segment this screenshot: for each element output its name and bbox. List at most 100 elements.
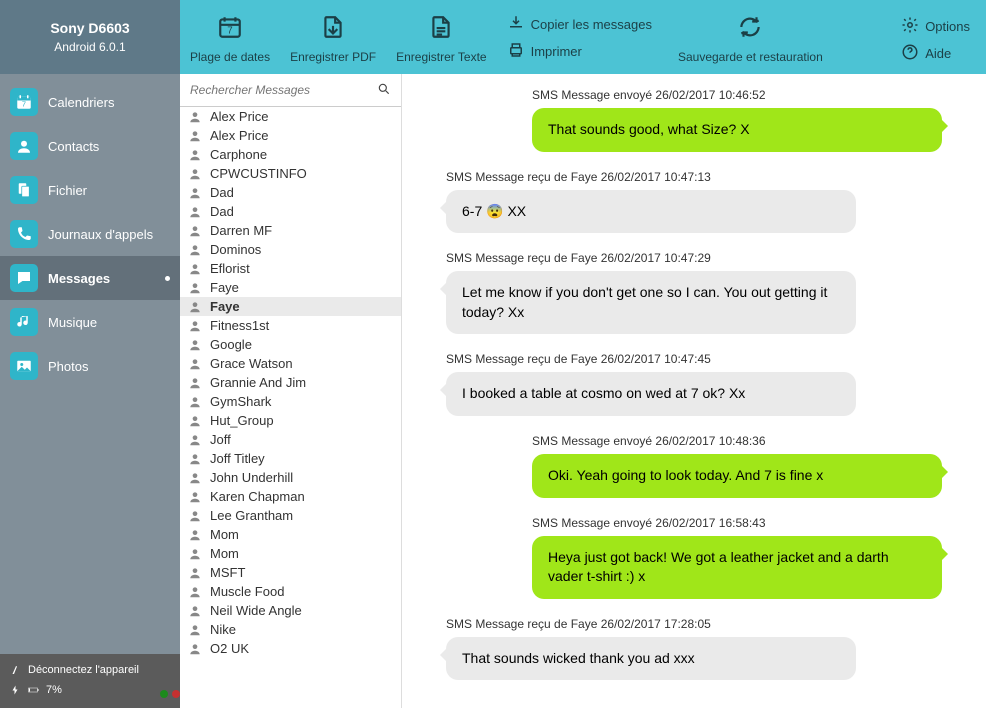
- contact-name: Faye: [210, 299, 240, 314]
- nav-item-contacts[interactable]: Contacts: [0, 124, 180, 168]
- gear-icon: [901, 16, 919, 37]
- svg-text:7: 7: [227, 26, 232, 37]
- message-meta: SMS Message envoyé 26/02/2017 10:46:52: [532, 88, 766, 102]
- nav-item-calendar[interactable]: 7Calendriers: [0, 80, 180, 124]
- message-meta: SMS Message reçu de Faye 26/02/2017 17:2…: [446, 617, 960, 631]
- copy-messages-button[interactable]: Copier les messages: [507, 14, 652, 35]
- printer-icon: [507, 41, 525, 62]
- contact-item[interactable]: Hut_Group: [180, 411, 401, 430]
- backup-button[interactable]: Sauvegarde et restauration: [672, 8, 829, 68]
- person-icon: [188, 452, 202, 466]
- contact-item[interactable]: Eflorist: [180, 259, 401, 278]
- nav-item-label: Calendriers: [48, 95, 170, 110]
- contact-item[interactable]: Nike: [180, 620, 401, 639]
- message-sent: SMS Message envoyé 26/02/2017 10:46:52Th…: [422, 88, 960, 152]
- contact-item[interactable]: Alex Price: [180, 126, 401, 145]
- person-icon: [188, 205, 202, 219]
- person-icon: [188, 224, 202, 238]
- contact-name: Alex Price: [210, 128, 269, 143]
- person-icon: [188, 623, 202, 637]
- contact-item[interactable]: O2 UK: [180, 639, 401, 658]
- refresh-icon: [737, 12, 763, 42]
- person-icon: [188, 300, 202, 314]
- nav-item-message[interactable]: Messages: [0, 256, 180, 300]
- contact-item[interactable]: GymShark: [180, 392, 401, 411]
- contact-item[interactable]: Grace Watson: [180, 354, 401, 373]
- contact-item[interactable]: CPWCUSTINFO: [180, 164, 401, 183]
- help-button[interactable]: Aide: [901, 43, 970, 64]
- text-file-icon: [428, 12, 454, 42]
- contact-item[interactable]: Joff: [180, 430, 401, 449]
- person-icon: [188, 490, 202, 504]
- person-icon: [188, 585, 202, 599]
- message-bubble: I booked a table at cosmo on wed at 7 ok…: [446, 372, 856, 416]
- contact-item[interactable]: Muscle Food: [180, 582, 401, 601]
- person-icon: [188, 414, 202, 428]
- contact-item[interactable]: MSFT: [180, 563, 401, 582]
- message-meta: SMS Message envoyé 26/02/2017 10:48:36: [532, 434, 766, 448]
- contacts-list[interactable]: Alex PriceAlex PriceCarphoneCPWCUSTINFOD…: [180, 107, 401, 708]
- contact-name: Joff: [210, 432, 231, 447]
- disconnect-label: Déconnectez l'appareil: [28, 664, 139, 676]
- nav-item-phone[interactable]: Journaux d'appels: [0, 212, 180, 256]
- options-button[interactable]: Options: [901, 16, 970, 37]
- search-icon[interactable]: [377, 82, 391, 101]
- contact-item[interactable]: Faye: [180, 297, 401, 316]
- backup-label: Sauvegarde et restauration: [678, 50, 823, 64]
- save-pdf-button[interactable]: Enregistrer PDF: [284, 8, 382, 68]
- contact-name: John Underhill: [210, 470, 293, 485]
- contact-item[interactable]: Darren MF: [180, 221, 401, 240]
- contacts-icon: [10, 132, 38, 160]
- person-icon: [188, 566, 202, 580]
- contact-name: Neil Wide Angle: [210, 603, 302, 618]
- contacts-panel: Alex PriceAlex PriceCarphoneCPWCUSTINFOD…: [180, 74, 402, 708]
- contact-name: Fitness1st: [210, 318, 269, 333]
- contact-name: Google: [210, 337, 252, 352]
- person-icon: [188, 129, 202, 143]
- message-bubble: 6-7 😨 XX: [446, 190, 856, 234]
- contact-item[interactable]: Faye: [180, 278, 401, 297]
- person-icon: [188, 642, 202, 656]
- message-received: SMS Message reçu de Faye 26/02/2017 10:4…: [422, 170, 960, 234]
- contact-item[interactable]: Mom: [180, 525, 401, 544]
- message-sent: SMS Message envoyé 26/02/2017 16:58:43He…: [422, 516, 960, 599]
- person-icon: [188, 319, 202, 333]
- status-dots: [160, 690, 180, 698]
- nav-item-photo[interactable]: Photos: [0, 344, 180, 388]
- contact-item[interactable]: Dominos: [180, 240, 401, 259]
- contact-item[interactable]: Alex Price: [180, 107, 401, 126]
- pdf-icon: [320, 12, 346, 42]
- contact-item[interactable]: John Underhill: [180, 468, 401, 487]
- contact-item[interactable]: Carphone: [180, 145, 401, 164]
- disconnect-button[interactable]: Déconnectez l'appareil: [0, 660, 180, 680]
- nav-item-file[interactable]: Fichier: [0, 168, 180, 212]
- device-os: Android 6.0.1: [0, 40, 180, 54]
- print-button[interactable]: Imprimer: [507, 41, 652, 62]
- nav-item-music[interactable]: Musique: [0, 300, 180, 344]
- battery-status: 7%: [0, 680, 180, 700]
- date-range-label: Plage de dates: [190, 50, 270, 64]
- contact-name: GymShark: [210, 394, 271, 409]
- date-range-button[interactable]: 7 Plage de dates: [184, 8, 276, 68]
- device-info: Sony D6603 Android 6.0.1: [0, 0, 180, 74]
- person-icon: [188, 357, 202, 371]
- message-received: SMS Message reçu de Faye 26/02/2017 17:2…: [422, 617, 960, 681]
- contact-item[interactable]: Dad: [180, 202, 401, 221]
- contact-name: Dad: [210, 204, 234, 219]
- contact-name: Dominos: [210, 242, 261, 257]
- contact-item[interactable]: Mom: [180, 544, 401, 563]
- contact-item[interactable]: Joff Titley: [180, 449, 401, 468]
- contact-item[interactable]: Dad: [180, 183, 401, 202]
- contact-item[interactable]: Neil Wide Angle: [180, 601, 401, 620]
- contact-item[interactable]: Karen Chapman: [180, 487, 401, 506]
- contact-item[interactable]: Google: [180, 335, 401, 354]
- save-text-button[interactable]: Enregistrer Texte: [390, 8, 493, 68]
- contact-item[interactable]: Grannie And Jim: [180, 373, 401, 392]
- chat-panel[interactable]: SMS Message envoyé 26/02/2017 10:46:52Th…: [402, 74, 986, 708]
- message-sent: SMS Message envoyé 26/02/2017 10:48:36Ok…: [422, 434, 960, 498]
- search-input[interactable]: [180, 74, 401, 106]
- person-icon: [188, 528, 202, 542]
- nav-item-label: Journaux d'appels: [48, 227, 170, 242]
- contact-item[interactable]: Fitness1st: [180, 316, 401, 335]
- contact-item[interactable]: Lee Grantham: [180, 506, 401, 525]
